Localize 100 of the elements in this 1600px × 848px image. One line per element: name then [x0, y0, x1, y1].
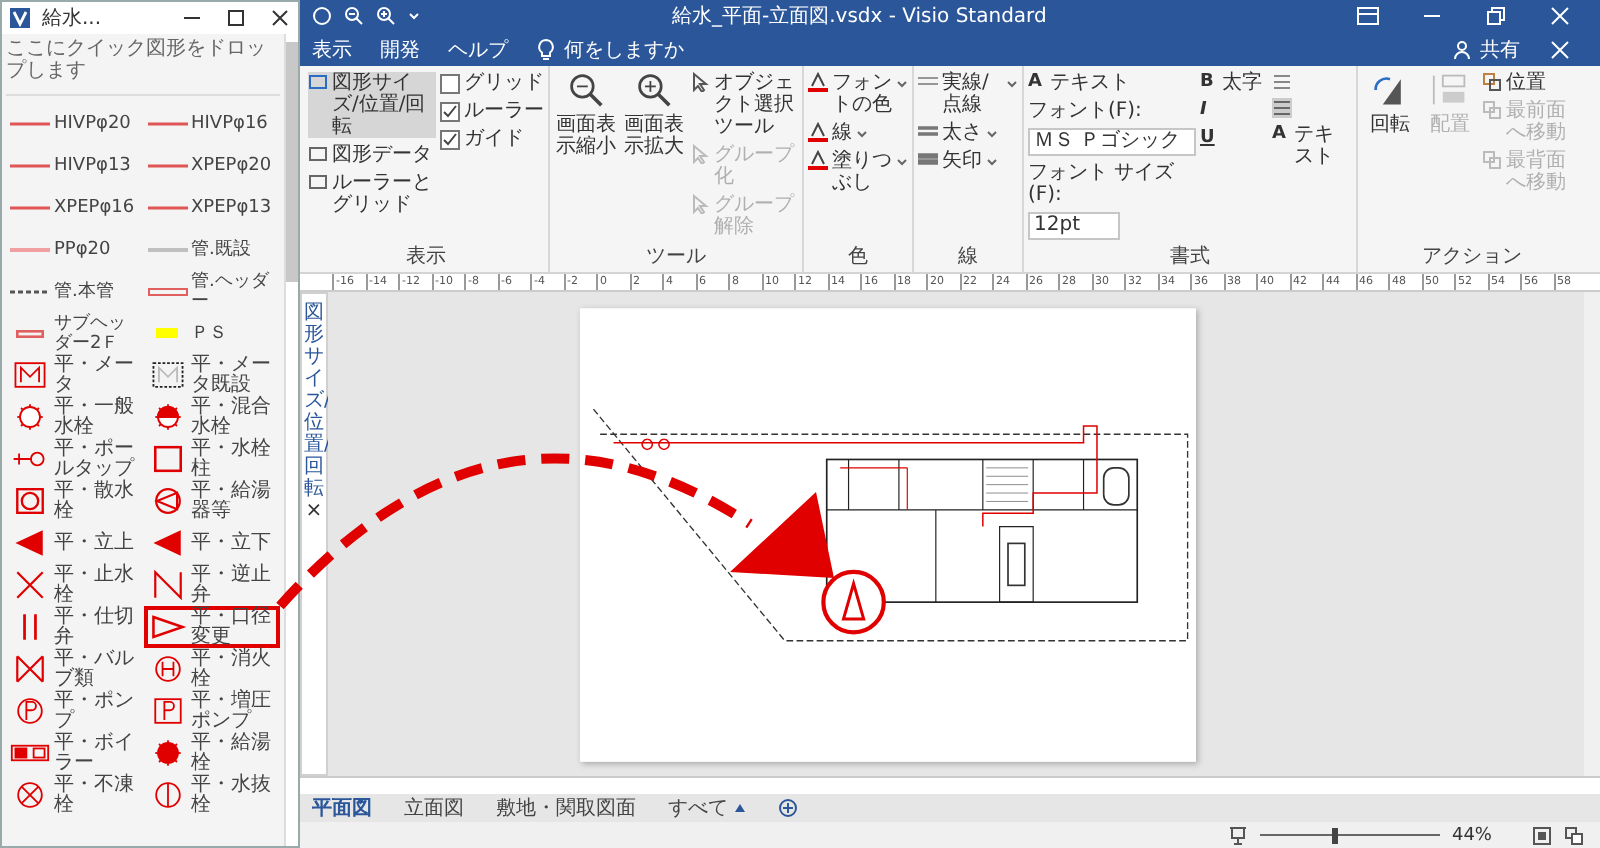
close-icon[interactable]: [270, 8, 290, 28]
stencil-shape[interactable]: 平・バルブ類: [6, 648, 143, 690]
stencil-shape[interactable]: 平・口径変更: [143, 606, 280, 648]
stencil-shape[interactable]: 管.本管: [6, 270, 143, 312]
menu-tab[interactable]: 表示: [312, 35, 352, 63]
stencil-shape[interactable]: 平・メータ既設: [143, 354, 280, 396]
share-button[interactable]: 共有: [1454, 35, 1520, 63]
stencil-shape[interactable]: 平・立下: [143, 522, 280, 564]
text-button[interactable]: A テキスト: [1272, 124, 1352, 168]
zoom-slider[interactable]: [1259, 825, 1440, 845]
ribbon-dropdown[interactable]: 矢印: [918, 150, 1018, 172]
color-icon: [808, 150, 828, 170]
stencil-shape[interactable]: XPEPφ13: [143, 186, 280, 228]
presentation-icon[interactable]: [1227, 825, 1248, 845]
ribbon-button[interactable]: 図形データ: [308, 144, 436, 166]
scrollbar[interactable]: [284, 34, 298, 846]
tell-me-field[interactable]: 何をしますか: [564, 35, 684, 63]
caret-icon: [734, 802, 746, 814]
maximize-icon[interactable]: [226, 8, 246, 28]
slider-thumb[interactable]: [1332, 827, 1339, 843]
stencil-shape[interactable]: 平・一般水栓: [6, 396, 143, 438]
ribbon-dropdown[interactable]: 太さ: [918, 122, 1018, 144]
switch-window-icon[interactable]: [1564, 825, 1584, 845]
shape-label: 平・水栓柱: [191, 439, 273, 479]
stencil-shape[interactable]: 平・立上: [6, 522, 143, 564]
ribbon-button[interactable]: 図形サイズ/位置/回転: [308, 72, 436, 138]
window-title: 給水_平面-立面図.vsdx - Visio Standard: [672, 3, 1047, 30]
stencil-shape[interactable]: HIVPφ20: [6, 102, 143, 144]
page-tab[interactable]: 平面図: [312, 794, 372, 822]
stencil-shape[interactable]: 平・給湯器等: [143, 480, 280, 522]
stencil-shape[interactable]: XPEPφ20: [143, 144, 280, 186]
stencil-shape[interactable]: 平・ポンプ: [6, 690, 143, 732]
rotate-button[interactable]: 回転: [1362, 72, 1418, 246]
stencil-shape[interactable]: 管.ヘッダー: [143, 270, 280, 312]
stencil-shape[interactable]: 平・増圧ポンプ: [143, 690, 280, 732]
restore-icon[interactable]: [1484, 6, 1508, 26]
close-button[interactable]: ×: [305, 500, 323, 522]
shape-label: 平・散水栓: [54, 481, 134, 521]
ribbon-options-icon[interactable]: [1356, 6, 1380, 26]
ribbon-button[interactable]: ルーラーとグリッド: [308, 172, 436, 216]
underline-button[interactable]: U: [1200, 128, 1268, 150]
page-tab[interactable]: 立面図: [404, 794, 464, 822]
stencil-shape[interactable]: 平・ボイラー: [6, 732, 143, 774]
stencil-shape[interactable]: 平・メータ: [6, 354, 143, 396]
stencil-shape[interactable]: 平・水栓柱: [143, 438, 280, 480]
stencil-shape[interactable]: 平・水抜栓: [143, 774, 280, 816]
text-button[interactable]: A テキスト: [1028, 72, 1196, 94]
zoom-button[interactable]: 画面表示縮小: [554, 72, 618, 246]
caret-icon: [896, 78, 908, 90]
stencil-shape[interactable]: 平・消火栓: [143, 648, 280, 690]
stencil-shape[interactable]: 平・逆止弁: [143, 564, 280, 606]
ribbon-dropdown[interactable]: 塗りつぶし: [808, 150, 908, 194]
shape-label: 平・混合水栓: [191, 397, 273, 437]
shape-label: 平・逆止弁: [191, 565, 273, 605]
italic-button[interactable]: I: [1200, 100, 1268, 122]
checkbox[interactable]: ルーラー: [440, 100, 544, 122]
fit-page-icon[interactable]: [1532, 825, 1552, 845]
circle-icon[interactable]: [312, 6, 332, 26]
stencil-shape[interactable]: HIVPφ16: [143, 102, 280, 144]
stencil-shape[interactable]: HIVPφ13: [6, 144, 143, 186]
stencil-shape[interactable]: 平・止水栓: [6, 564, 143, 606]
stencil-shape[interactable]: 平・散水栓: [6, 480, 143, 522]
shape-label: 平・消火栓: [191, 649, 273, 689]
scrollbar[interactable]: [1584, 292, 1600, 776]
zoom-out-icon[interactable]: [344, 6, 364, 26]
menu-tab[interactable]: 開発: [380, 35, 420, 63]
line-style-icon: [918, 150, 938, 170]
shape-label: XPEPφ20: [191, 155, 274, 175]
align-top-icon[interactable]: [1272, 72, 1292, 92]
stencil-shape[interactable]: XPEPφ16: [6, 186, 143, 228]
stencil-shape[interactable]: サブヘッダー2Ｆ: [6, 312, 143, 354]
scrollbar[interactable]: [300, 776, 1600, 794]
bold-button[interactable]: B 太字: [1200, 72, 1268, 94]
ribbon-dropdown[interactable]: 位置: [1482, 72, 1582, 94]
pointer-icon: [690, 194, 710, 214]
dropdown-icon[interactable]: [408, 10, 420, 22]
all-pages-button[interactable]: すべて: [668, 794, 746, 822]
menu-tab[interactable]: ヘルプ: [448, 35, 508, 63]
ribbon-dropdown[interactable]: フォントの色: [808, 72, 908, 116]
stencil-shape[interactable]: ＰＳ: [143, 312, 280, 354]
page-tab[interactable]: 敷地・関取図面: [496, 794, 636, 822]
ribbon-button[interactable]: オブジェクト選択ツール: [690, 72, 798, 138]
ribbon-dropdown[interactable]: 線: [808, 122, 908, 144]
zoom-button[interactable]: 画面表示拡大: [622, 72, 686, 246]
align-middle-icon[interactable]: [1272, 98, 1292, 118]
stencil-shape[interactable]: 平・給湯栓: [143, 732, 280, 774]
stencil-shape[interactable]: 平・不凍栓: [6, 774, 143, 816]
ribbon-dropdown[interactable]: 実線/点線: [918, 72, 1018, 116]
shape-label: HIVPφ16: [191, 113, 270, 133]
stencil-shape[interactable]: 平・仕切弁: [6, 606, 143, 648]
stencil-shape[interactable]: 平・ポールタップ: [6, 438, 143, 480]
font-field[interactable]: ＭＳ Ｐゴシック: [1028, 128, 1196, 156]
stencil-shape[interactable]: 管.既設: [143, 228, 280, 270]
zoom-in-icon[interactable]: [376, 6, 396, 26]
font-size-field[interactable]: 12pt: [1028, 212, 1120, 240]
checkbox[interactable]: グリッド: [440, 72, 544, 94]
stencil-shape[interactable]: 平・混合水栓: [143, 396, 280, 438]
stencil-shape[interactable]: PPφ20: [6, 228, 143, 270]
add-page-icon[interactable]: [778, 798, 798, 818]
checkbox[interactable]: ガイド: [440, 128, 544, 150]
